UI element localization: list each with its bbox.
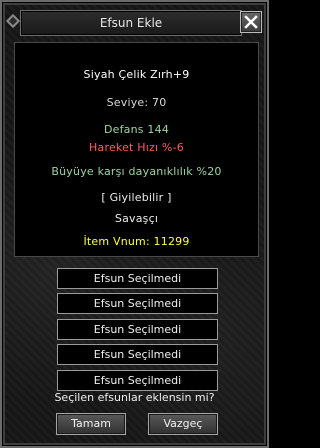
confirm-question: Seçilen efsunlar eklensin mi?	[54, 391, 215, 404]
top-left-corner-ornament	[5, 13, 21, 29]
item-level: Seviye: 70	[106, 96, 167, 109]
title-bar[interactable]: Efsun Ekle	[20, 10, 242, 36]
item-name: Siyah Çelik Zırh+9	[83, 68, 190, 81]
bonus-slot-4[interactable]: Efsun Seçilmedi	[57, 344, 218, 365]
window-title: Efsun Ekle	[99, 16, 163, 30]
close-button[interactable]	[240, 11, 262, 33]
bonus-slot-1[interactable]: Efsun Seçilmedi	[57, 268, 218, 289]
ok-button[interactable]: Tamam	[56, 413, 126, 435]
item-defense: Defans 144	[103, 123, 170, 136]
cancel-button[interactable]: Vazgeç	[148, 413, 218, 435]
item-vnum: İtem Vnum: 11299	[83, 235, 190, 248]
item-wearable: [ Giyilebilir ]	[101, 191, 172, 204]
item-class: Savaşçı	[114, 212, 159, 225]
efsun-ekle-window: Efsun Ekle Siyah Çelik Zırh+9 Seviye: 70…	[0, 0, 269, 448]
close-x-icon	[244, 15, 258, 29]
item-info-panel: Siyah Çelik Zırh+9 Seviye: 70 Defans 144…	[14, 42, 259, 257]
bonus-slot-3[interactable]: Efsun Seçilmedi	[57, 319, 218, 340]
bonus-slot-5[interactable]: Efsun Seçilmedi	[57, 370, 218, 391]
bonus-slot-2[interactable]: Efsun Seçilmedi	[57, 293, 218, 314]
item-bonus-magic-resistance: Büyüye karşı dayanıklılık %20	[51, 165, 222, 178]
item-bonus-movement-speed: Hareket Hızı %-6	[89, 141, 184, 154]
